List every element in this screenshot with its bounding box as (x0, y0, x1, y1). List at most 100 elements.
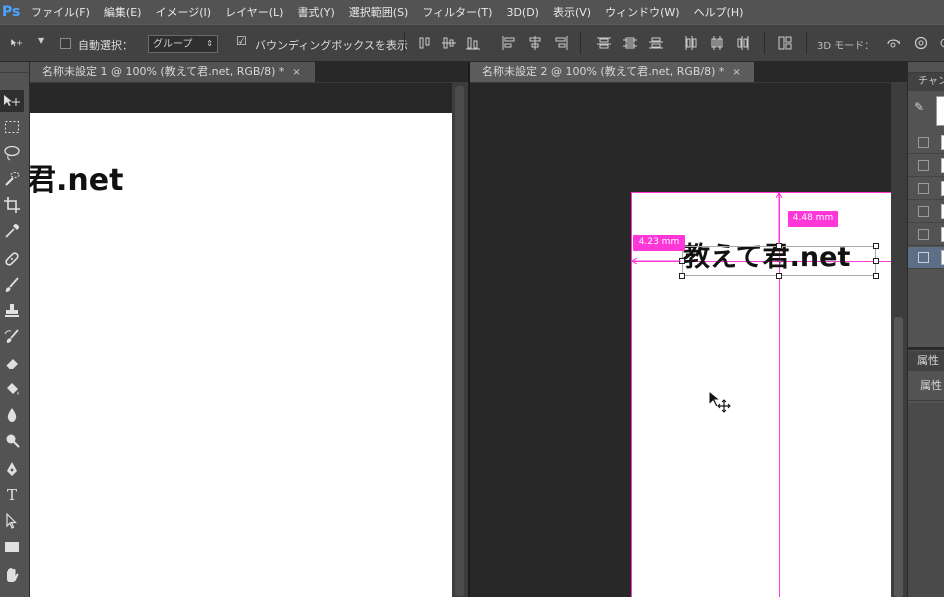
type-tool-icon[interactable]: T (0, 484, 24, 506)
properties-tab[interactable]: 属性 (908, 351, 944, 371)
layer-row-2[interactable] (908, 155, 944, 177)
distribute-vcenter-icon[interactable] (623, 36, 637, 50)
options-divider (404, 32, 405, 54)
menu-type[interactable]: 書式(Y) (290, 4, 341, 20)
brush-preset-icon[interactable]: ✎ (914, 100, 924, 114)
eraser-tool-icon[interactable] (0, 352, 24, 374)
3d-mode-label: 3D モード： (817, 41, 875, 52)
auto-select-dropdown[interactable]: グループ ⇕ (148, 35, 218, 53)
document-1-scroll-thumb[interactable] (455, 86, 464, 596)
tab-strip-line-2 (470, 82, 907, 83)
layer-visibility-box[interactable] (918, 137, 929, 148)
document-tab-1[interactable]: 名称未設定 1 @ 100% (教えて君.net, RGB/8) * × (30, 62, 315, 82)
distribute-top-icon[interactable] (597, 36, 611, 50)
toolbox-panel: T (0, 62, 30, 597)
brush-tool-icon[interactable] (0, 274, 24, 296)
menu-help[interactable]: ヘルプ(H) (687, 4, 751, 20)
blur-tool-icon[interactable] (0, 404, 24, 426)
document-2-vertical-scrollbar[interactable] (891, 82, 907, 597)
layer-row-3[interactable] (908, 178, 944, 200)
document-tab-2-title: 名称未設定 2 @ 100% (教えて君.net, RGB/8) * (482, 65, 725, 78)
auto-align-icon[interactable] (778, 36, 792, 50)
menu-filter[interactable]: フィルター(T) (415, 4, 499, 20)
panel-divider (908, 347, 944, 350)
align-left-icon[interactable] (502, 36, 516, 50)
move-tool-preset-icon[interactable] (10, 36, 24, 50)
document-panel-2: 名称未設定 2 @ 100% (教えて君.net, RGB/8) * × 教えて君… (470, 62, 907, 597)
distribute-right-icon[interactable] (736, 36, 750, 50)
healing-brush-tool-icon[interactable] (0, 248, 24, 270)
menu-select[interactable]: 選択範囲(S) (342, 4, 416, 20)
layer-visibility-box[interactable] (918, 183, 929, 194)
distribute-bottom-icon[interactable] (649, 36, 663, 50)
options-divider-4 (806, 32, 807, 54)
document-canvas-1[interactable]: 君.net (30, 113, 452, 597)
align-vcenter-icon[interactable] (442, 36, 456, 50)
vertical-distance-label: 4.48 mm (788, 211, 838, 227)
align-top-icon[interactable] (418, 36, 432, 50)
auto-select-checkbox[interactable] (60, 38, 71, 49)
dropdown-updown-icon: ⇕ (206, 39, 213, 48)
3d-drag-icon[interactable] (936, 36, 944, 50)
bounding-box-checkbox[interactable]: ☑ (236, 34, 247, 48)
hand-tool-icon[interactable] (0, 564, 24, 586)
channels-tab[interactable]: チャン (908, 73, 944, 91)
layer-visibility-box[interactable] (918, 252, 929, 263)
move-cursor-icon (708, 390, 731, 413)
layer-visibility-box[interactable] (918, 160, 929, 171)
dodge-tool-icon[interactable] (0, 430, 24, 452)
3d-roll-icon[interactable] (914, 36, 928, 50)
horizontal-distance-label: 4.23 mm (633, 235, 685, 251)
3d-rotate-icon[interactable] (886, 36, 900, 50)
move-tool-icon[interactable] (0, 90, 24, 112)
document-tab-2[interactable]: 名称未設定 2 @ 100% (教えて君.net, RGB/8) * × (470, 62, 754, 82)
auto-select-value: グループ (153, 39, 193, 50)
document-2-scroll-thumb[interactable] (894, 317, 903, 597)
document-canvas-2[interactable]: 教えて君.net ✧ 4.48 mm 4.23 mm (631, 192, 891, 597)
quick-selection-tool-icon[interactable] (0, 168, 24, 190)
auto-select-label: 自動選択： (78, 39, 133, 52)
document-tab-1-title: 名称未設定 1 @ 100% (教えて君.net, RGB/8) * (42, 65, 285, 78)
preset-dropdown-arrow-icon[interactable]: ▼ (38, 36, 44, 45)
document-1-vertical-scrollbar[interactable] (452, 82, 468, 597)
photoshop-logo: Ps (2, 4, 21, 20)
menu-window[interactable]: ウィンドウ(W) (598, 4, 686, 20)
bounding-box-label: バウンディングボックスを表示 (255, 39, 408, 52)
document-tab-2-close-icon[interactable]: × (732, 67, 740, 78)
align-right-icon[interactable] (554, 36, 568, 50)
layer-row-6-selected[interactable] (908, 247, 944, 269)
marquee-tool-icon[interactable] (0, 116, 24, 138)
layer-visibility-box[interactable] (918, 206, 929, 217)
layer-row-4[interactable] (908, 201, 944, 223)
distribute-hcenter-icon[interactable] (710, 36, 724, 50)
layer-row-1[interactable] (908, 132, 944, 154)
history-brush-tool-icon[interactable] (0, 326, 24, 348)
tab-strip-line (30, 82, 468, 83)
paint-bucket-tool-icon[interactable] (0, 378, 24, 400)
layer-visibility-box[interactable] (918, 229, 929, 240)
align-bottom-icon[interactable] (466, 36, 480, 50)
lasso-tool-icon[interactable] (0, 142, 24, 164)
menu-layer[interactable]: レイヤー(L) (218, 4, 290, 20)
clone-stamp-tool-icon[interactable] (0, 300, 24, 322)
menu-edit[interactable]: 編集(E) (97, 4, 149, 20)
align-hcenter-icon[interactable] (528, 36, 542, 50)
pen-tool-icon[interactable] (0, 458, 24, 480)
menu-3d[interactable]: 3D(D) (499, 6, 546, 19)
properties-sub-label: 属性 (908, 375, 944, 401)
toolbox-grip[interactable] (0, 64, 28, 73)
menu-bar: Ps ファイル(F) 編集(E) イメージ(I) レイヤー(L) 書式(Y) 選… (0, 0, 944, 24)
distribute-left-icon[interactable] (684, 36, 698, 50)
menu-view[interactable]: 表示(V) (546, 4, 598, 20)
menu-image[interactable]: イメージ(I) (148, 4, 218, 20)
canvas-1-text: 君.net (30, 163, 124, 198)
options-bar: ▼ 自動選択： グループ ⇕ ☑ バウンディングボックスを表示 3D モード： (0, 24, 944, 62)
eyedropper-tool-icon[interactable] (0, 220, 24, 242)
path-selection-tool-icon[interactable] (0, 510, 24, 532)
panel-grip[interactable] (908, 64, 944, 73)
document-tab-1-close-icon[interactable]: × (292, 67, 300, 78)
menu-file[interactable]: ファイル(F) (24, 4, 97, 20)
crop-tool-icon[interactable] (0, 194, 24, 216)
rectangle-tool-icon[interactable] (0, 536, 24, 558)
layer-row-5[interactable] (908, 224, 944, 246)
